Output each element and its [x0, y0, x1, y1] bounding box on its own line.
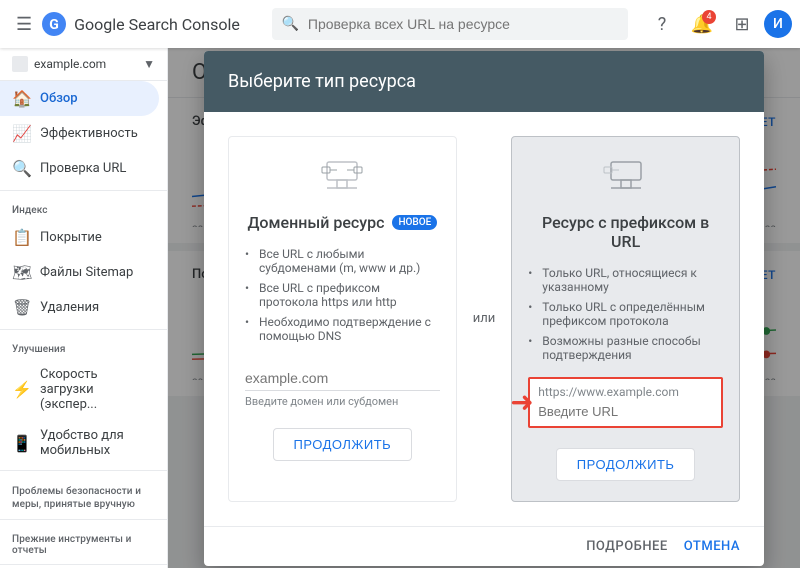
domain-input[interactable]: [245, 362, 440, 391]
property-favicon: [12, 56, 28, 72]
domain-input-hint: Введите домен или субдомен: [245, 395, 440, 408]
dialog-body: Доменный ресурс НОВОЕ Все URL с любыми с…: [204, 112, 764, 526]
property-name: example.com: [34, 57, 137, 71]
dialog-footer: ПОДРОБНЕЕ ОТМЕНА: [204, 526, 764, 566]
sidebar-divider-4: [0, 519, 167, 520]
search-icon: 🔍: [12, 159, 30, 178]
improvements-section-label: Улучшения: [0, 334, 167, 359]
header: ☰ G Google Search Console 🔍 ? 🔔 4 ⊞ И: [0, 0, 800, 48]
sidebar-item-label: Обзор: [40, 91, 78, 106]
sidebar-item-label: Файлы Sitemap: [40, 265, 133, 280]
domain-input-area: Введите домен или субдомен: [245, 362, 440, 408]
other-section-label: Прежние инструменты и отчеты: [0, 524, 167, 560]
sidebar-divider-3: [0, 470, 167, 471]
index-section-label: Индекс: [0, 195, 167, 220]
url-prefix-bullets: Только URL, относящиеся к указанному Тол…: [528, 263, 723, 365]
grid-button[interactable]: ⊞: [724, 6, 760, 42]
sidebar-item-label: Покрытие: [40, 230, 102, 245]
details-link[interactable]: ПОДРОБНЕЕ: [586, 539, 668, 554]
search-area: 🔍: [272, 8, 628, 40]
url-continue-button[interactable]: ПРОДОЛЖИТЬ: [556, 448, 696, 481]
domain-btn-area: ПРОДОЛЖИТЬ: [245, 428, 440, 461]
url-btn-area: ПРОДОЛЖИТЬ: [528, 448, 723, 481]
app-title: Google Search Console: [74, 15, 240, 34]
sidebar-item-mobile[interactable]: 📱 Удобство для мобильных: [0, 420, 159, 466]
security-section-label: Проблемы безопасности и меры, принятые в…: [0, 475, 167, 515]
sidebar-divider-5: [0, 564, 167, 565]
logo-icon: G: [40, 10, 68, 38]
sidebar-item-url-check[interactable]: 🔍 Проверка URL: [0, 151, 159, 186]
sidebar-item-label: Проверка URL: [40, 161, 126, 176]
cancel-button[interactable]: ОТМЕНА: [684, 539, 740, 554]
url-prefix-option-card[interactable]: Ресурс с префиксом в URL Только URL, отн…: [511, 136, 740, 502]
search-input[interactable]: [272, 8, 628, 40]
url-bullet-3: Возможны разные способы подтверждения: [528, 331, 723, 365]
url-input[interactable]: [538, 404, 713, 419]
url-bullet-1: Только URL, относящиеся к указанному: [528, 263, 723, 297]
domain-bullets: Все URL с любыми субдоменами (m, www и д…: [245, 244, 440, 346]
dialog: Выберите тип ресурса: [204, 51, 764, 566]
sidebar-item-label: Удобство для мобильных: [40, 428, 147, 458]
dialog-title: Выберите тип ресурса: [204, 51, 764, 112]
url-prefix-icon: [528, 157, 723, 201]
home-icon: 🏠: [12, 89, 30, 108]
url-input-value: https://www.example.com: [530, 379, 721, 401]
sidebar-divider: [0, 190, 167, 191]
app-logo: G Google Search Console: [40, 10, 240, 38]
sidebar-item-label: Скорость загрузки (экспер...: [40, 367, 147, 412]
sidebar-item-label: Удаления: [40, 300, 99, 315]
help-button[interactable]: ?: [644, 6, 680, 42]
notification-badge: 4: [702, 10, 716, 24]
url-input-wrapper: https://www.example.com: [528, 377, 723, 428]
domain-option-card[interactable]: Доменный ресурс НОВОЕ Все URL с любыми с…: [228, 136, 457, 502]
mobile-icon: 📱: [12, 434, 30, 453]
property-chevron-icon: ▼: [143, 57, 155, 71]
domain-continue-button[interactable]: ПРОДОЛЖИТЬ: [273, 428, 413, 461]
svg-text:G: G: [49, 17, 59, 33]
trash-icon: 🗑: [12, 298, 30, 317]
grid-icon: ⊞: [734, 14, 749, 35]
speed-icon: ⚡: [12, 380, 30, 399]
app-body: example.com ▼ 🏠 Обзор 📈 Эффективность 🔍 …: [0, 48, 800, 568]
modal-overlay: Выберите тип ресурса: [168, 48, 800, 568]
url-input-hint-area: [530, 401, 721, 426]
arrow-indicator: ➜: [510, 386, 533, 419]
or-separator: или: [473, 311, 496, 326]
sidebar-item-overview[interactable]: 🏠 Обзор: [0, 81, 159, 116]
sidebar: example.com ▼ 🏠 Обзор 📈 Эффективность 🔍 …: [0, 48, 168, 568]
sidebar-item-coverage[interactable]: 📋 Покрытие: [0, 220, 159, 255]
property-selector[interactable]: example.com ▼: [0, 48, 167, 81]
coverage-icon: 📋: [12, 228, 30, 247]
chart-icon: 📈: [12, 124, 30, 143]
sitemap-icon: 🗺: [12, 263, 30, 282]
header-actions: ? 🔔 4 ⊞ И: [644, 6, 792, 42]
main-content: Обзор Эффективность ОТКРЫТЬ ОТЧЕТ 20.11.…: [168, 48, 800, 568]
sidebar-item-performance[interactable]: 📈 Эффективность: [0, 116, 159, 151]
sidebar-divider-2: [0, 329, 167, 330]
sidebar-item-removals[interactable]: 🗑 Удаления: [0, 290, 159, 325]
url-prefix-option-title: Ресурс с префиксом в URL: [528, 213, 723, 251]
domain-option-title: Доменный ресурс НОВОЕ: [245, 213, 440, 232]
domain-bullet-3: Необходимо подтверждение с помощью DNS: [245, 312, 440, 346]
domain-bullet-1: Все URL с любыми субдоменами (m, www и д…: [245, 244, 440, 278]
sidebar-item-label: Эффективность: [40, 126, 138, 141]
url-bullet-2: Только URL с определённым префиксом прот…: [528, 297, 723, 331]
menu-icon[interactable]: ☰: [8, 6, 40, 43]
domain-bullet-2: Все URL с префиксом протокола https или …: [245, 278, 440, 312]
notifications-button[interactable]: 🔔 4: [684, 6, 720, 42]
domain-icon: [245, 157, 440, 201]
new-badge: НОВОЕ: [392, 215, 437, 230]
user-avatar[interactable]: И: [764, 10, 792, 38]
help-icon: ?: [658, 14, 667, 35]
sidebar-item-sitemap[interactable]: 🗺 Файлы Sitemap: [0, 255, 159, 290]
sidebar-item-speed[interactable]: ⚡ Скорость загрузки (экспер...: [0, 359, 159, 420]
search-icon: 🔍: [282, 16, 299, 32]
url-input-container: ➜ https://www.example.com: [528, 377, 723, 428]
